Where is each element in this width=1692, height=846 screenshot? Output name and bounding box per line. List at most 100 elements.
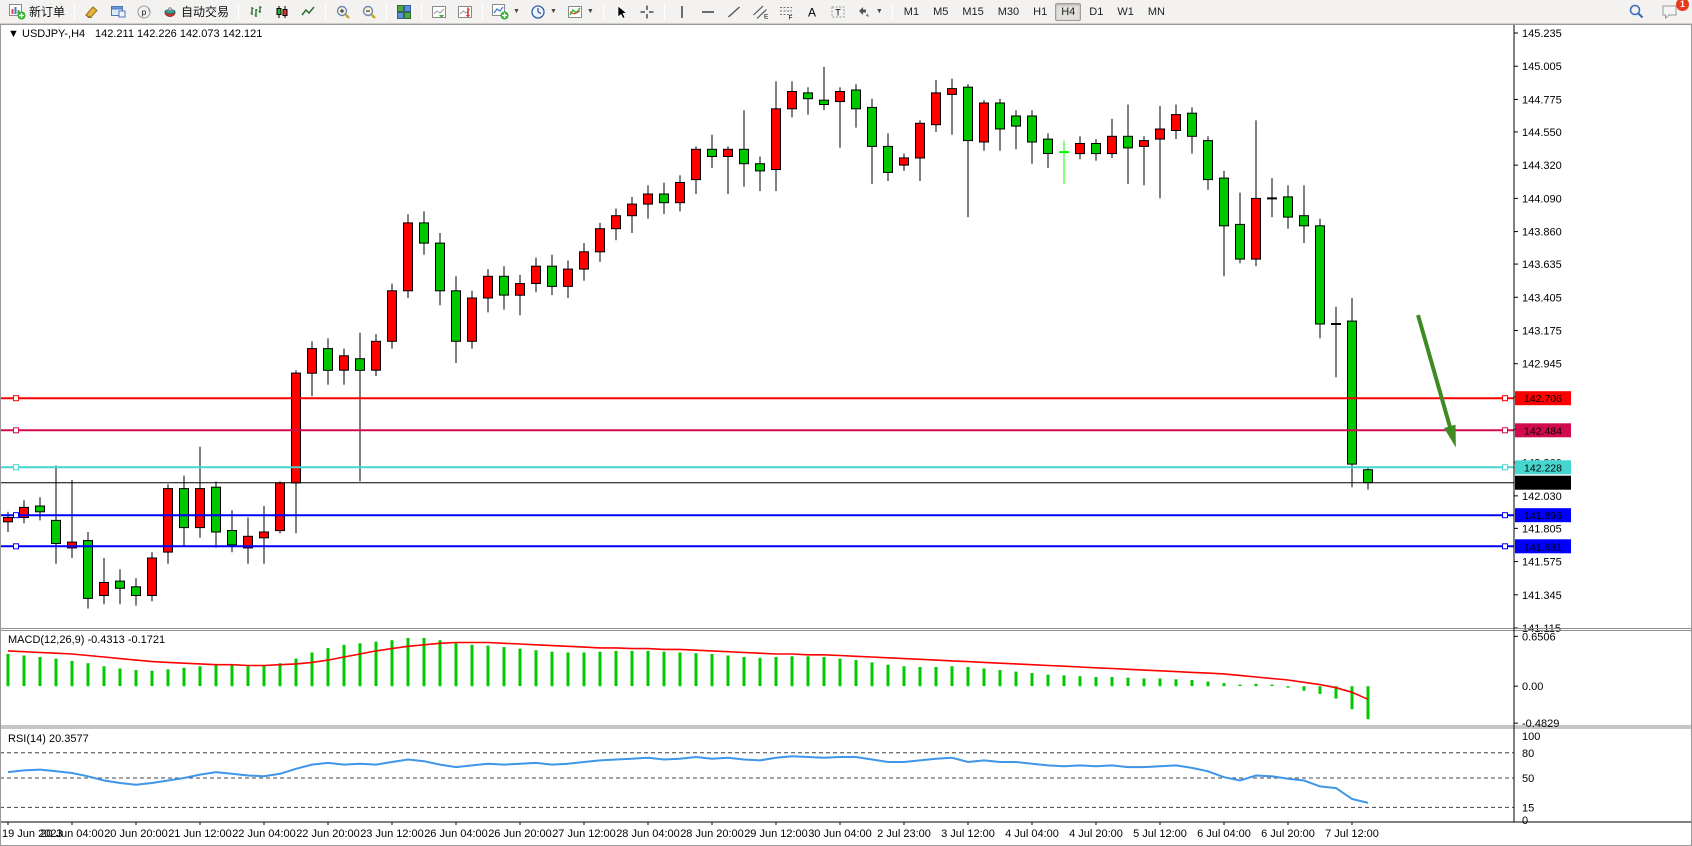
macd-tick-label: -0.4829 [1522, 718, 1559, 730]
hline-handle[interactable] [1503, 465, 1508, 470]
macd-hist-bar [471, 645, 474, 686]
macd-hist-bar [1271, 685, 1274, 687]
hline-handle[interactable] [14, 544, 19, 549]
toolbar-separator [664, 4, 665, 20]
timeframe-m5[interactable]: M5 [927, 3, 954, 21]
svg-text:E: E [764, 13, 768, 20]
hline-handle[interactable] [1503, 428, 1508, 433]
toolbar: 新订单p自动交易▼▼▼EFAT▼M1M5M15M30H1H4D1W1MN1 [0, 0, 1692, 24]
chart-background [0, 24, 1692, 846]
crosshair-button[interactable] [635, 2, 659, 22]
hline-handle[interactable] [14, 428, 19, 433]
macd-hist-bar [631, 651, 634, 686]
dropdown-caret-icon: ▼ [587, 8, 594, 15]
fibonacci-button[interactable]: F [774, 2, 798, 22]
chart-window[interactable]: 145.235145.005144.775144.550144.320144.0… [0, 24, 1692, 846]
line-chart-button[interactable] [296, 2, 320, 22]
macd-hist-bar [871, 662, 874, 686]
styler-button[interactable] [80, 2, 104, 22]
auto-scroll-icon [431, 4, 447, 20]
hline-price-label: 142.484 [1524, 425, 1562, 437]
macd-hist-bar [647, 651, 650, 686]
signal-button[interactable]: p [132, 2, 156, 22]
zoom-out-button[interactable] [357, 2, 381, 22]
hline-button[interactable] [696, 2, 720, 22]
hline-price-label: 142.121 [1524, 478, 1562, 490]
macd-hist-bar [375, 642, 378, 686]
notifications-button[interactable]: 1 [1657, 2, 1683, 22]
chart-canvas[interactable]: 145.235145.005144.775144.550144.320144.0… [0, 24, 1692, 846]
hline-handle[interactable] [14, 513, 19, 518]
macd-hist-bar [215, 666, 218, 687]
timeframe-w1[interactable]: W1 [1111, 3, 1140, 21]
period-clock-icon [530, 4, 546, 20]
new-chart-button[interactable]: ▼ [488, 2, 524, 22]
macd-hist-bar [999, 670, 1002, 686]
price-tick-label: 142.030 [1522, 491, 1562, 503]
hline-handle[interactable] [14, 396, 19, 401]
macd-tick-label: 0.00 [1522, 681, 1543, 693]
zoom-in-button[interactable] [331, 2, 355, 22]
macd-hist-bar [103, 666, 106, 686]
channel-button[interactable]: E [748, 2, 772, 22]
macd-hist-bar [135, 670, 138, 686]
rsi-label: RSI(14) 20.3577 [8, 733, 89, 745]
trendline-icon [726, 4, 742, 20]
timeframe-m1[interactable]: M1 [898, 3, 925, 21]
tile-windows-button[interactable] [392, 2, 416, 22]
hline-handle[interactable] [1503, 396, 1508, 401]
macd-hist-bar [663, 652, 666, 687]
bar-chart-button[interactable] [244, 2, 268, 22]
search-button[interactable] [1624, 2, 1649, 22]
rsi-tick-label: 15 [1522, 802, 1534, 814]
macd-hist-bar [551, 652, 554, 687]
label-button[interactable]: T [826, 2, 850, 22]
zoom-out-icon [361, 4, 377, 20]
hline-handle[interactable] [1503, 544, 1508, 549]
timeframe-h4[interactable]: H4 [1055, 3, 1081, 21]
timeframe-mn[interactable]: MN [1142, 3, 1171, 21]
autotrade-button[interactable]: 自动交易 [158, 2, 233, 22]
macd-hist-bar [775, 657, 778, 686]
timeframe-h1[interactable]: H1 [1027, 3, 1053, 21]
template-button[interactable]: ▼ [563, 2, 598, 22]
chart-shift-button[interactable] [453, 2, 477, 22]
macd-hist-bar [759, 658, 762, 686]
macd-hist-bar [311, 653, 314, 687]
timeframe-d1[interactable]: D1 [1083, 3, 1109, 21]
price-tick-label: 142.945 [1522, 359, 1562, 371]
macd-hist-bar [1207, 682, 1210, 687]
macd-hist-bar [1351, 686, 1354, 709]
timeframe-m15[interactable]: M15 [956, 3, 989, 21]
dropdown-caret-icon: ▼ [513, 8, 520, 15]
cursor-button[interactable] [609, 2, 633, 22]
macd-hist-bar [1063, 675, 1066, 686]
vline-button[interactable] [670, 2, 694, 22]
trendline-button[interactable] [722, 2, 746, 22]
candle-chart-button[interactable] [270, 2, 294, 22]
text-button[interactable]: A [800, 2, 824, 22]
price-tick-label: 144.320 [1522, 160, 1562, 172]
timeframe-m30[interactable]: M30 [992, 3, 1025, 21]
arrows-button[interactable]: ▼ [852, 2, 887, 22]
macd-hist-bar [183, 668, 186, 686]
rsi-tick-label: 50 [1522, 773, 1534, 785]
hline-handle[interactable] [1503, 513, 1508, 518]
period-clock-button[interactable]: ▼ [526, 2, 561, 22]
zoom-in-icon [335, 4, 351, 20]
time-tick-label: 27 Jun 12:00 [552, 828, 616, 840]
macd-hist-bar [903, 666, 906, 686]
macd-hist-bar [87, 663, 90, 686]
macd-hist-bar [567, 653, 570, 687]
toolbar-separator [603, 4, 604, 20]
macd-hist-bar [1223, 683, 1226, 686]
hline-handle[interactable] [14, 465, 19, 470]
market-watch-button[interactable] [106, 2, 130, 22]
line-chart-icon [300, 4, 316, 20]
new-order-button[interactable]: 新订单 [5, 2, 69, 22]
macd-hist-bar [583, 653, 586, 687]
auto-scroll-button[interactable] [427, 2, 451, 22]
rsi-tick-label: 80 [1522, 748, 1534, 760]
hline-price-label: 142.228 [1524, 462, 1562, 474]
macd-hist-bar [199, 666, 202, 686]
